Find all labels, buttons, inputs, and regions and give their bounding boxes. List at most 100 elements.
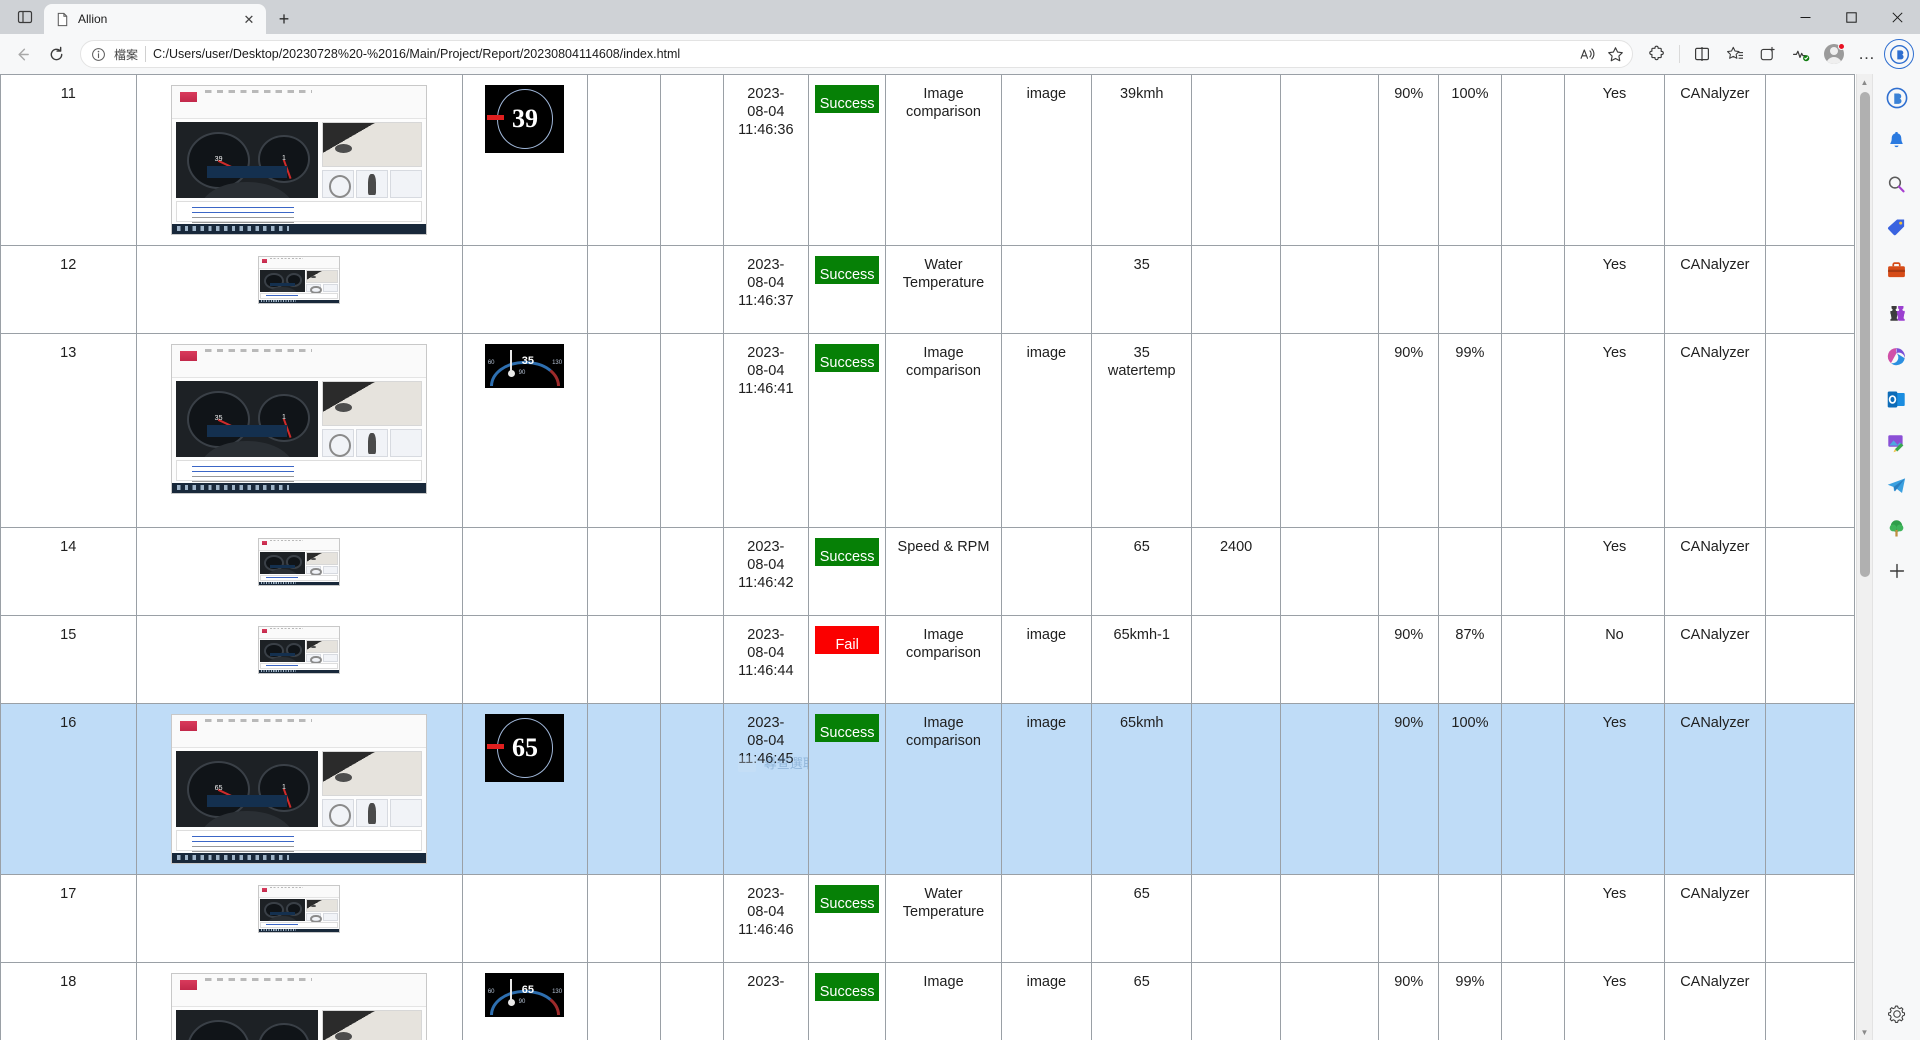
cell-similarity [1438, 874, 1502, 963]
screenshot-thumbnail[interactable] [258, 256, 341, 304]
cell-test-type: Speed & RPM [885, 527, 1002, 616]
cell-threshold: 90% [1378, 74, 1440, 246]
browser-toolbar: 檔案 C:/Users/user/Desktop/20230728%20-%20… [0, 34, 1920, 74]
cell-source: image [1000, 615, 1093, 704]
sidebar-settings-icon[interactable] [1881, 998, 1913, 1030]
sidebar-item-image-editor[interactable] [1881, 426, 1913, 458]
add-to-collection-icon[interactable] [1752, 38, 1784, 70]
cell-col4 [587, 615, 662, 704]
cell-pass: Yes [1563, 703, 1666, 875]
log-panel-region [175, 201, 423, 223]
screenshot-thumbnail[interactable]: 651 [171, 714, 428, 864]
row-index-value: 14 [60, 539, 77, 555]
water-temp-gauge-thumbnail[interactable]: 35 60 130 90 [485, 344, 565, 388]
speed-gauge-thumbnail[interactable]: 39 [485, 85, 565, 153]
profile-avatar[interactable] [1818, 38, 1850, 70]
screenshot-thumbnail[interactable]: 39 1 [171, 85, 428, 235]
copilot-sidebar-icon[interactable] [1881, 82, 1913, 114]
app-ribbon-region [172, 715, 427, 748]
timestamp-line: 11:46:46 [738, 922, 794, 939]
sidebar-item-games[interactable] [1881, 297, 1913, 329]
scroll-up-arrow[interactable]: ▲ [1857, 74, 1872, 90]
browser-essentials-icon[interactable] [1785, 38, 1817, 70]
speed-gauge-thumbnail[interactable]: 65 [485, 714, 565, 782]
add-favorite-icon[interactable] [1602, 41, 1628, 67]
camera-view-region [306, 551, 338, 565]
read-aloud-icon[interactable] [1574, 41, 1600, 67]
cell-similarity: 87% [1438, 615, 1502, 704]
cell-status: Success [807, 962, 887, 1040]
cell-col12 [1279, 962, 1380, 1040]
extensions-icon[interactable] [1641, 38, 1673, 70]
close-window-button[interactable] [1874, 0, 1920, 34]
close-tab-icon[interactable]: ✕ [240, 10, 258, 28]
cell-status: Fail [807, 615, 887, 704]
sidebar-item-notifications[interactable] [1881, 125, 1913, 157]
copilot-icon[interactable] [1884, 39, 1914, 69]
scroll-down-arrow[interactable]: ▼ [1857, 1024, 1872, 1040]
cell-col12 [1279, 333, 1380, 528]
table-row[interactable]: 13 35 1 35 60 130 90 2023- 08-04 11:46:41 Success I… [0, 333, 1856, 528]
sidebar-item-tree[interactable] [1881, 512, 1913, 544]
timestamp-line: 08-04 [747, 557, 785, 574]
sidebar-item-telegram[interactable] [1881, 469, 1913, 501]
status-badge: Success [815, 344, 880, 373]
status-badge: Success [815, 538, 880, 567]
sidebar-item-tools[interactable] [1881, 254, 1913, 286]
screenshot-thumbnail[interactable]: 651 [171, 973, 428, 1040]
sidebar-item-add[interactable] [1881, 555, 1913, 587]
app-ribbon-region [172, 86, 427, 119]
sidebar-item-outlook[interactable] [1881, 383, 1913, 415]
minimize-button[interactable] [1782, 0, 1828, 34]
cell-col18 [1764, 245, 1856, 334]
sidebar-item-microsoft365[interactable] [1881, 340, 1913, 372]
address-bar-url[interactable]: C:/Users/user/Desktop/20230728%20-%2016/… [153, 47, 1567, 61]
timestamp-line: 11:46:41 [738, 381, 794, 398]
cell-status: Success [807, 527, 887, 616]
cell-threshold [1378, 527, 1440, 616]
table-row[interactable]: 16651652023-08-0411:46:45尋查選取(W)SuccessI… [0, 703, 1856, 875]
sidebar-item-search[interactable] [1881, 168, 1913, 200]
cell-rpm [1191, 333, 1281, 528]
site-info-icon[interactable] [91, 47, 107, 62]
cell-source: image [1000, 962, 1093, 1040]
camera-view-region [321, 1009, 423, 1040]
scrollbar-thumb[interactable] [1860, 92, 1870, 577]
cell-col12 [1279, 74, 1380, 246]
cell-timestamp: 2023- 08-04 11:46:42 [722, 527, 810, 616]
page-vertical-scrollbar[interactable]: ▲ ▼ [1856, 74, 1872, 1040]
cell-pass: Yes [1563, 245, 1666, 334]
cell-col15 [1500, 703, 1565, 875]
split-screen-icon[interactable] [1686, 38, 1718, 70]
collections-icon[interactable] [1719, 38, 1751, 70]
water-temp-gauge-thumbnail[interactable]: 65 60 130 90 [485, 973, 565, 1017]
tab-actions-icon[interactable] [6, 2, 44, 32]
cell-index: 13 [0, 333, 137, 528]
cell-screenshot [135, 527, 463, 616]
cell-screenshot: 65 1 [135, 962, 463, 1040]
table-row[interactable]: 186516560130902023-SuccessImageimage6590… [0, 962, 1856, 1040]
refresh-button[interactable] [40, 38, 72, 70]
new-tab-button[interactable]: + [270, 5, 298, 33]
screenshot-thumbnail[interactable] [258, 626, 341, 674]
cell-test-type: Water Temperature [885, 245, 1002, 334]
back-button[interactable] [6, 38, 38, 70]
browser-tab-allion[interactable]: Allion ✕ [44, 4, 266, 34]
screenshot-thumbnail[interactable]: 35 1 [171, 344, 428, 494]
cell-source: image [1000, 333, 1093, 528]
gauge-mid-label: 90 [518, 999, 526, 1006]
table-row[interactable]: 11 39 1 39 2023- 08-04 11:46:36 Success Image co… [0, 74, 1856, 246]
screenshot-thumbnail[interactable] [258, 538, 341, 586]
screenshot-thumbnail[interactable] [258, 885, 341, 933]
cell-tool: CANalyzer [1664, 874, 1766, 963]
table-row[interactable]: 12 2023- 08-04 11:46:37 Success Water Tempera… [0, 245, 1856, 334]
sidebar-item-shopping[interactable] [1881, 211, 1913, 243]
cell-similarity: 100% [1438, 703, 1502, 875]
table-row[interactable]: 14 2023- 08-04 11:46:42 Success Speed & RPM 65… [0, 527, 1856, 616]
settings-and-more-icon[interactable]: … [1851, 38, 1883, 70]
maximize-button[interactable] [1828, 0, 1874, 34]
address-bar[interactable]: 檔案 C:/Users/user/Desktop/20230728%20-%20… [80, 40, 1633, 68]
table-row[interactable]: 15 2023- 08-04 11:46:44 Fail Image comparison… [0, 615, 1856, 704]
cell-col5 [660, 962, 724, 1040]
table-row[interactable]: 17 2023- 08-04 11:46:46 Success Water Tempera… [0, 874, 1856, 963]
